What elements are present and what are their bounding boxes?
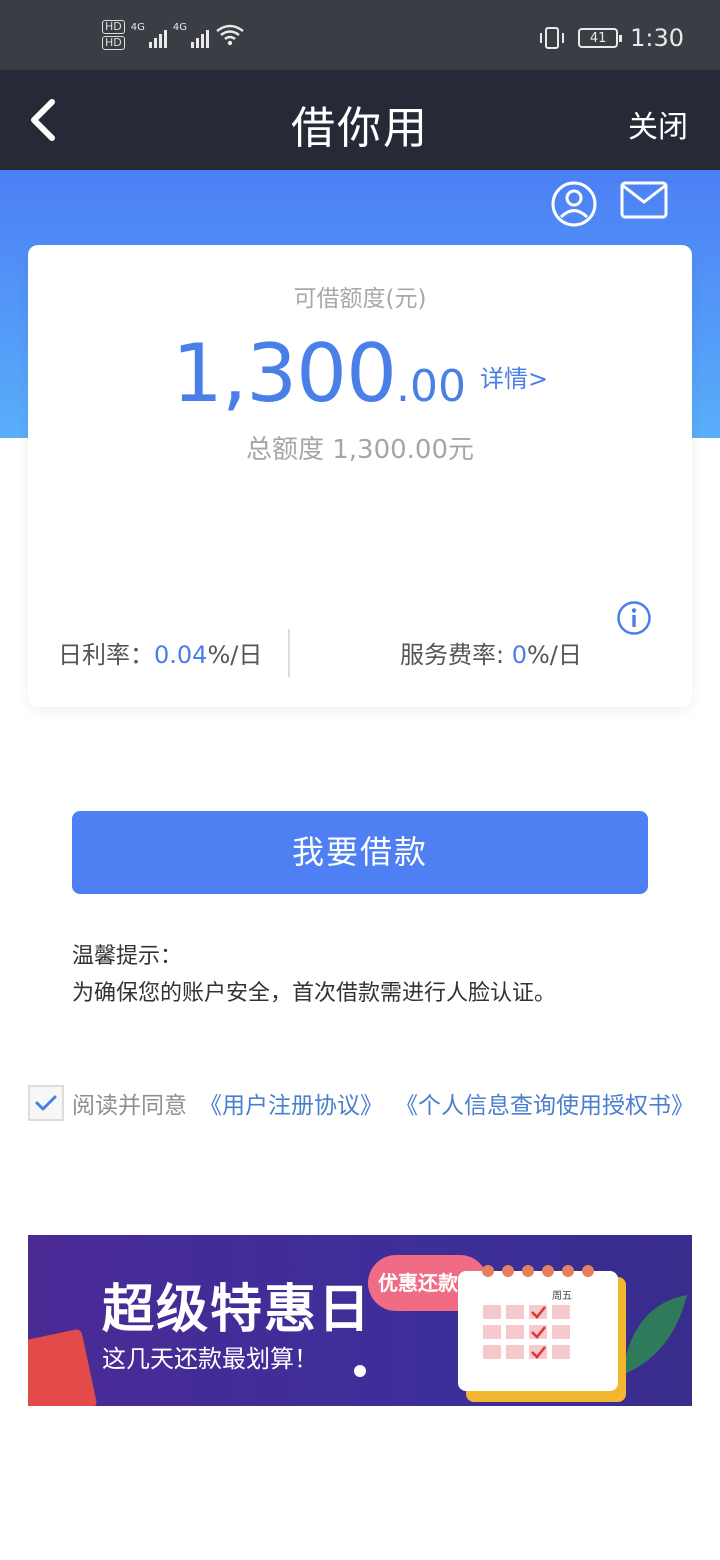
calendar-label: 周五	[552, 1290, 572, 1302]
rates-row: 日利率：0.04%/日 服务费率: 0%/日	[28, 625, 692, 679]
borrow-button[interactable]: 我要借款	[72, 811, 648, 894]
calendar-icon: 周五	[458, 1265, 626, 1402]
promo-banner[interactable]: 超级特惠日 这几天还款最划算！ 优惠还款！ 周五	[28, 1235, 692, 1406]
mail-icon[interactable]	[620, 180, 668, 220]
divider	[288, 629, 290, 677]
red-envelope-icon	[28, 1328, 98, 1406]
credit-label: 可借额度(元)	[293, 286, 427, 312]
authorization-link[interactable]: 《个人信息查询使用授权书》	[395, 1086, 694, 1120]
daily-rate: 日利率：0.04%/日	[58, 641, 263, 669]
close-button[interactable]: 关闭	[628, 102, 688, 146]
nav-bar: 借你用 关闭	[0, 70, 720, 170]
detail-link[interactable]: 详情>	[480, 365, 548, 393]
amount-decimal: .00	[395, 361, 466, 412]
service-rate: 服务费率: 0%/日	[400, 641, 582, 669]
credit-amount: 1,300.00 详情>	[28, 327, 692, 420]
banner-title: 超级特惠日	[102, 1280, 373, 1340]
amount-integer: 1,300	[171, 327, 397, 420]
agreement-row: 阅读并同意 《用户注册协议》 《个人信息查询使用授权书》	[28, 1085, 694, 1121]
hd-indicator: HD HD	[102, 20, 125, 50]
credit-card: 可借额度(元) 1,300.00 详情> 总额度 1,300.00元 日利率：0.…	[28, 245, 692, 707]
check-icon	[35, 1095, 57, 1111]
tips-title: 温馨提示：	[72, 944, 183, 969]
tips-text: 为确保您的账户安全，首次借款需进行人脸认证。	[72, 981, 557, 1006]
total-credit: 总额度 1,300.00元	[245, 435, 475, 465]
vibrate-icon	[540, 27, 565, 49]
wifi-icon	[216, 24, 244, 46]
agreement-checkbox[interactable]	[28, 1085, 64, 1121]
status-bar: HD HD 4G 4G 41 1:30	[0, 0, 720, 70]
signal-icon-2: 4G	[173, 22, 209, 48]
page-title: 借你用	[291, 103, 429, 154]
user-agreement-link[interactable]: 《用户注册协议》	[199, 1086, 383, 1120]
banner-subtitle: 这几天还款最划算！	[102, 1345, 318, 1373]
battery-icon: 41	[578, 28, 623, 48]
signal-icon: 4G	[131, 22, 167, 48]
carousel-indicator[interactable]	[354, 1365, 366, 1377]
tips: 温馨提示： 为确保您的账户安全，首次借款需进行人脸认证。	[72, 938, 556, 1012]
user-icon[interactable]	[550, 180, 598, 228]
clock: 1:30	[630, 24, 684, 52]
agreement-prefix: 阅读并同意	[72, 1093, 187, 1119]
